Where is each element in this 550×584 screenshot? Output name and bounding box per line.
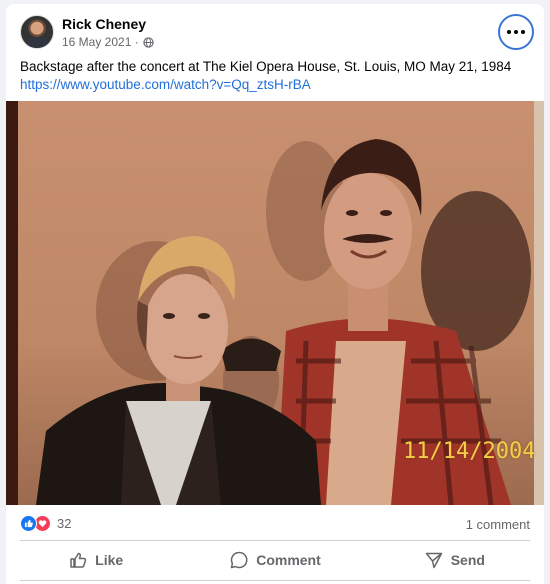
post-caption: Backstage after the concert at The Kiel …: [20, 58, 530, 94]
thumbs-up-icon: [70, 552, 87, 568]
youtube-link[interactable]: https://www.youtube.com/watch?v=Qq_ztsH-…: [20, 76, 530, 94]
comment-label: Comment: [256, 552, 321, 568]
right-man-face: [324, 173, 412, 289]
like-reaction-icon: [20, 515, 37, 532]
more-options-button[interactable]: [498, 14, 534, 50]
actions-divider-top: [20, 540, 530, 541]
actions-divider-bottom: [20, 580, 530, 581]
post-meta: 16 May 2021 ·: [62, 35, 154, 49]
send-icon: [425, 552, 442, 569]
left-man-face: [144, 274, 228, 384]
reactions-summary[interactable]: 32: [20, 515, 71, 532]
reaction-count: 32: [57, 516, 72, 531]
caption-text: Backstage after the concert at The Kiel …: [20, 59, 512, 74]
globe-icon: [143, 36, 154, 48]
like-button[interactable]: Like: [6, 542, 185, 578]
photo-date-stamp: 11/14/2004: [403, 439, 536, 464]
like-label: Like: [95, 552, 124, 568]
post-card: Rick Cheney 16 May 2021 · Backstage afte…: [6, 4, 544, 584]
more-options-icon: [507, 30, 525, 34]
post-photo[interactable]: 11/14/2004: [6, 101, 544, 505]
post-header: Rick Cheney 16 May 2021 ·: [6, 4, 544, 54]
comment-count[interactable]: 1 comment: [466, 517, 530, 532]
send-button[interactable]: Send: [365, 542, 544, 578]
avatar-shirt: [26, 37, 50, 48]
comment-icon: [230, 551, 248, 569]
background-cap: [221, 338, 281, 371]
send-label: Send: [450, 552, 485, 568]
comment-button[interactable]: Comment: [185, 542, 364, 578]
author-avatar[interactable]: [20, 15, 54, 49]
post-actions: Like Comment Send: [6, 542, 544, 578]
engagement-stats: 32 1 comment: [6, 509, 544, 539]
author-name[interactable]: Rick Cheney: [62, 16, 146, 32]
post-date[interactable]: 16 May 2021 ·: [62, 35, 139, 49]
